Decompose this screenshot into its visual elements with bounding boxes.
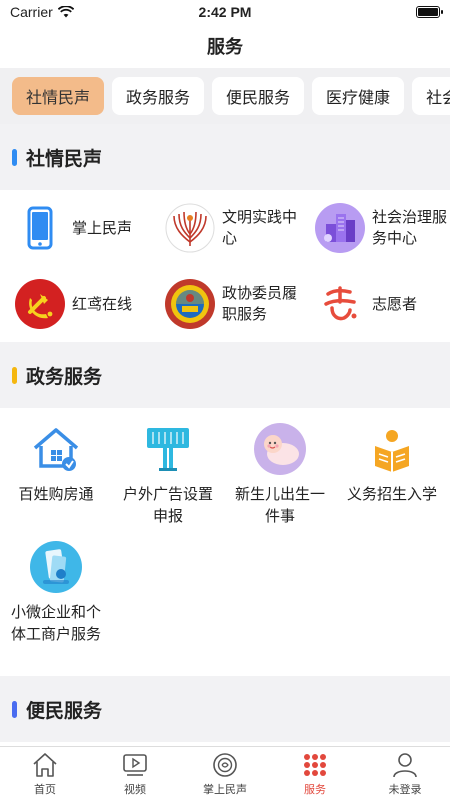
section-title: 便民服务 — [26, 700, 103, 722]
tab-social-security[interactable]: 社会保障 — [412, 77, 450, 115]
bottom-nav-voice[interactable]: 掌上民声 — [180, 747, 270, 800]
bottom-nav-label: 视频 — [124, 783, 146, 796]
volunteer-logo-icon — [324, 286, 357, 321]
category-tab-strip: 社情民声 政务服务 便民服务 医疗健康 社会保障 — [0, 68, 450, 124]
video-icon — [123, 753, 147, 776]
section-header-gov: 政务服务 — [0, 342, 450, 408]
service-item-governance[interactable]: 社会治理服务中心 — [300, 190, 450, 266]
service-item-red-kite[interactable]: 红鸢在线 — [0, 266, 150, 342]
bottom-nav-label: 未登录 — [388, 783, 422, 796]
section-title: 社情民声 — [26, 148, 103, 170]
service-item-volunteer[interactable]: 志愿者 — [300, 266, 450, 342]
billboard-icon — [147, 428, 189, 471]
battery-icon — [416, 6, 443, 18]
section-accent-bar — [12, 148, 17, 166]
service-content: 社情民声 掌上民声 文明实践中心 社会治理服务中心 红鸢在线 政协委员履职服务 … — [0, 124, 450, 746]
voice-icon — [213, 752, 237, 777]
user-icon — [393, 752, 417, 777]
carrier-label: Carrier — [10, 4, 53, 20]
section-accent-bar — [12, 366, 17, 384]
service-label: 新生儿出生一件事 — [234, 486, 325, 525]
social-services-grid: 掌上民声 文明实践中心 社会治理服务中心 红鸢在线 政协委员履职服务 志愿者 — [0, 190, 450, 342]
service-item-cppcc[interactable]: 政协委员履职服务 — [150, 266, 300, 342]
cppcc-emblem-icon — [165, 279, 215, 329]
bottom-nav-login[interactable]: 未登录 — [360, 747, 450, 800]
nav-bar: 服务 — [0, 24, 450, 68]
service-label: 义务招生入学 — [346, 486, 437, 503]
service-item-phone-voice[interactable]: 掌上民声 — [0, 190, 150, 266]
gov-services-grid: 百姓购房通 户外广告设置申报 新生儿出生一件事 义务招生入学 小微企业和个体工商… — [0, 408, 450, 676]
business-icon — [30, 541, 82, 593]
tab-social[interactable]: 社情民声 — [12, 77, 105, 115]
tab-medical[interactable]: 医疗健康 — [312, 77, 405, 115]
service-label: 志愿者 — [372, 295, 418, 313]
service-label: 户外广告设置申报 — [122, 486, 213, 525]
service-item-school-enroll[interactable]: 义务招生入学 — [336, 418, 448, 536]
phone-icon — [27, 206, 53, 250]
bottom-nav-home[interactable]: 首页 — [0, 747, 90, 800]
bottom-nav-video[interactable]: 视频 — [90, 747, 180, 800]
party-emblem-icon — [15, 279, 65, 329]
service-item-newborn[interactable]: 新生儿出生一件事 — [224, 418, 336, 536]
bottom-nav: 首页 视频 掌上民声 服务 未登录 — [0, 746, 450, 800]
service-label: 百姓购房通 — [18, 486, 94, 503]
civilization-logo-icon — [165, 203, 215, 253]
service-label: 掌上民声 — [72, 219, 133, 237]
wifi-icon — [57, 6, 74, 18]
tab-gov[interactable]: 政务服务 — [112, 77, 205, 115]
section-header-convenience: 便民服务 — [0, 676, 450, 742]
service-label: 社会治理服务中心 — [372, 209, 448, 247]
section-header-social: 社情民声 — [0, 124, 450, 190]
bottom-nav-service[interactable]: 服务 — [270, 747, 360, 800]
bottom-nav-label: 服务 — [304, 783, 326, 796]
service-label: 小微企业和个体工商户服务 — [10, 604, 101, 643]
service-item-civilization[interactable]: 文明实践中心 — [150, 190, 300, 266]
reading-child-icon — [375, 430, 409, 472]
page-title: 服务 — [207, 37, 243, 57]
tab-convenience[interactable]: 便民服务 — [212, 77, 305, 115]
service-grid-icon — [304, 753, 326, 776]
bottom-nav-label: 首页 — [34, 783, 56, 796]
service-item-billboard[interactable]: 户外广告设置申报 — [112, 418, 224, 536]
status-left: Carrier — [10, 4, 74, 20]
bottom-nav-label: 掌上民声 — [203, 783, 247, 796]
service-label: 政协委员履职服务 — [222, 285, 298, 323]
newborn-icon — [254, 423, 306, 475]
service-label: 红鸢在线 — [72, 295, 133, 313]
home-icon — [33, 752, 57, 777]
service-label: 文明实践中心 — [222, 209, 298, 247]
section-title: 政务服务 — [26, 366, 103, 388]
service-item-small-business[interactable]: 小微企业和个体工商户服务 — [0, 536, 112, 676]
status-bar: Carrier 2:42 PM — [0, 0, 450, 24]
house-icon — [33, 428, 79, 471]
governance-icon — [315, 203, 365, 253]
section-accent-bar — [12, 700, 17, 718]
service-item-housing[interactable]: 百姓购房通 — [0, 418, 112, 536]
